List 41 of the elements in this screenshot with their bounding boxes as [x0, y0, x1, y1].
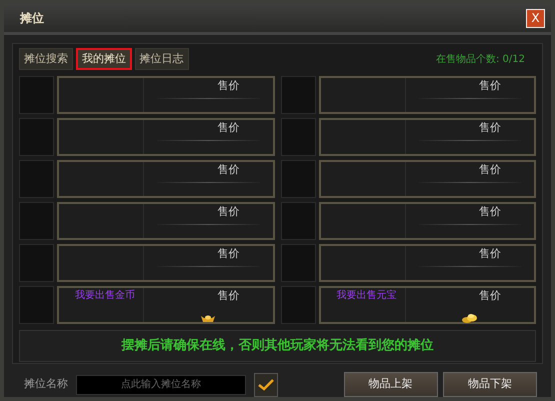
item-slot[interactable]	[280, 244, 316, 282]
item-slot[interactable]	[280, 118, 316, 156]
price-label: 售价	[217, 246, 240, 262]
price-label: 售价	[478, 246, 501, 262]
stall-name-label: 摊位名称	[24, 376, 68, 392]
item-slot[interactable]	[19, 76, 54, 114]
item-slot[interactable]	[19, 244, 54, 282]
ingot-icon	[201, 314, 216, 323]
action-button[interactable]: 物品下架	[443, 372, 537, 397]
stall-name-field[interactable]: 点此输入摊位名称	[76, 374, 246, 394]
price-label: 售价	[478, 204, 501, 220]
tab[interactable]: 摊位搜索	[19, 48, 73, 70]
price-label: 售价	[217, 204, 240, 220]
item-slot[interactable]	[19, 160, 54, 198]
notice-text: 摆摊后请确保在线，否则其他玩家将无法看到您的摊位	[19, 330, 536, 362]
item-slot[interactable]	[280, 202, 316, 240]
action-button[interactable]: 物品上架	[344, 372, 438, 397]
price-label: 售价	[217, 288, 240, 304]
price-label: 售价	[217, 162, 240, 178]
offer-text: 我要出售元宝	[336, 290, 396, 301]
price-label: 售价	[478, 162, 501, 178]
item-slot[interactable]	[19, 202, 54, 240]
item-slot[interactable]	[19, 118, 54, 156]
item-slot[interactable]	[280, 76, 316, 114]
price-label: 售价	[478, 120, 501, 136]
item-slot[interactable]	[280, 160, 316, 198]
item-slot[interactable]	[280, 286, 316, 324]
checkmark-icon	[258, 378, 274, 390]
price-label: 售价	[478, 78, 501, 94]
tab[interactable]: 摊位日志	[134, 48, 188, 70]
price-label: 售价	[478, 288, 501, 304]
items-count: 在售物品个数: 0/12	[436, 52, 525, 66]
close-button[interactable]: X	[526, 8, 545, 28]
item-slot[interactable]	[19, 286, 54, 324]
price-label: 售价	[217, 120, 240, 136]
confirm-checkbox[interactable]	[254, 372, 278, 396]
window-title: 摊位	[20, 10, 44, 27]
price-label: 售价	[217, 78, 240, 94]
coins-icon	[462, 313, 478, 324]
tab[interactable]: 我的摊位	[76, 48, 132, 70]
offer-text: 我要出售金币	[75, 290, 135, 301]
